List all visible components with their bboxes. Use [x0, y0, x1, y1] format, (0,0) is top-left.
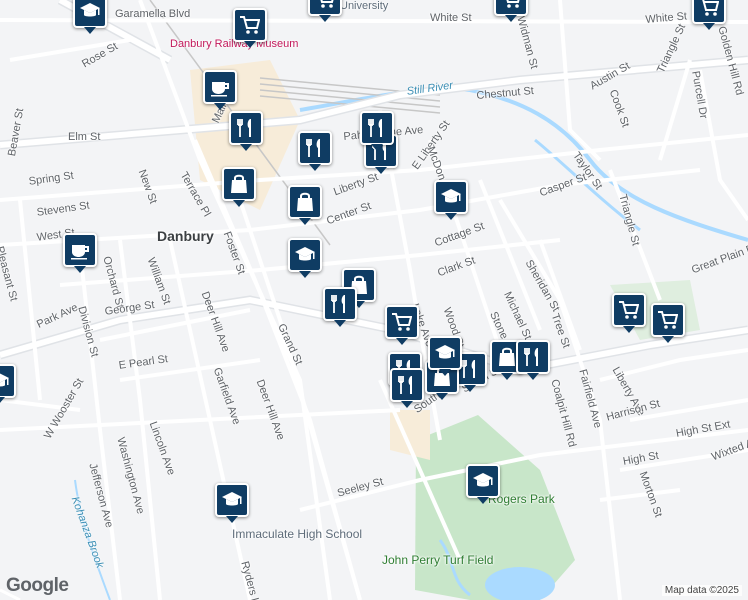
- map-marker[interactable]: [651, 303, 685, 343]
- map-attribution: Map data ©2025: [661, 585, 742, 596]
- map-marker[interactable]: [63, 233, 97, 273]
- map-marker[interactable]: [390, 368, 424, 408]
- map-marker[interactable]: [203, 70, 237, 110]
- map-canvas[interactable]: Danbury Danbury Railway Museum Immaculate …: [0, 0, 748, 600]
- map-marker[interactable]: [73, 0, 107, 34]
- map-marker[interactable]: [466, 464, 500, 504]
- map-marker[interactable]: [229, 111, 263, 151]
- street-label: Garamella Blvd: [115, 8, 191, 20]
- map-marker[interactable]: [288, 238, 322, 278]
- street-label: Elm St: [68, 131, 101, 143]
- map-marker[interactable]: [323, 287, 357, 327]
- map-marker[interactable]: [692, 0, 726, 30]
- google-logo: Google: [6, 575, 69, 596]
- place-label-univ: University: [340, 0, 389, 12]
- map-marker[interactable]: [215, 483, 249, 523]
- place-label-turf: John Perry Turf Field: [382, 553, 494, 567]
- place-label-danbury: Danbury: [157, 228, 214, 244]
- map-marker[interactable]: [612, 293, 646, 333]
- place-label-school: Immaculate High School: [232, 527, 363, 541]
- street-label: White St: [430, 12, 472, 24]
- map-marker[interactable]: [434, 180, 468, 220]
- map-marker[interactable]: [494, 0, 528, 22]
- map-marker[interactable]: [288, 185, 322, 225]
- map-marker[interactable]: [360, 111, 394, 151]
- map-marker[interactable]: [298, 131, 332, 171]
- map-marker[interactable]: [308, 0, 342, 22]
- map-marker[interactable]: [385, 305, 419, 345]
- map-marker[interactable]: [222, 167, 256, 207]
- map-marker[interactable]: [516, 340, 550, 380]
- map-marker[interactable]: [428, 336, 462, 376]
- map-marker[interactable]: [0, 364, 16, 404]
- map-marker[interactable]: [233, 8, 267, 48]
